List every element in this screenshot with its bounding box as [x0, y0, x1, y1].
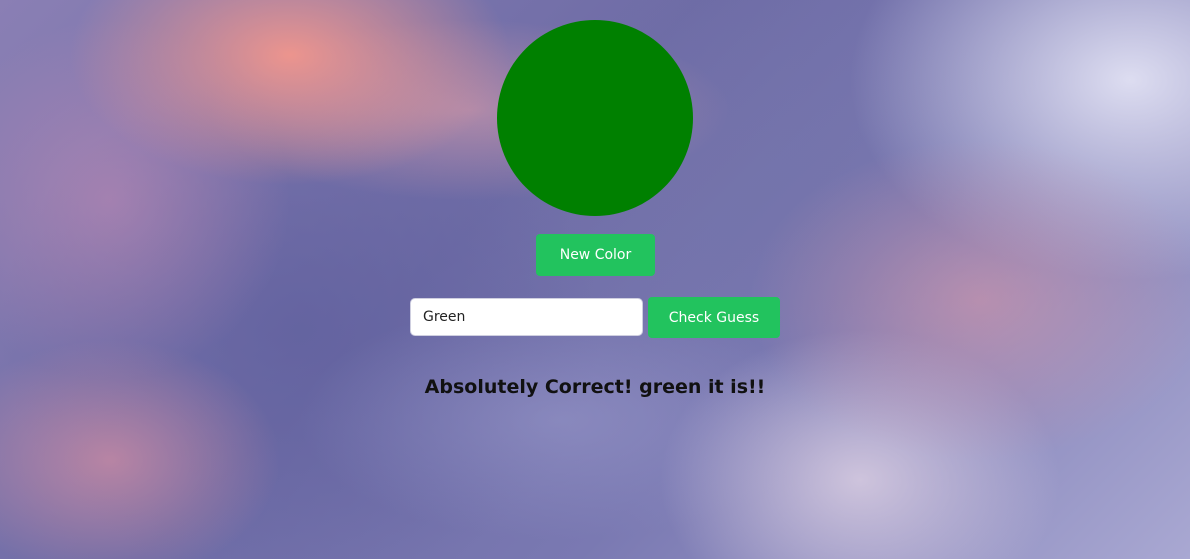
- guess-input[interactable]: [410, 298, 643, 336]
- new-color-button[interactable]: New Color: [536, 234, 655, 276]
- color-swatch-circle: [497, 20, 693, 216]
- result-message: Absolutely Correct! green it is!!: [424, 376, 766, 398]
- color-guess-app: New Color Check Guess Absolutely Correct…: [0, 0, 1190, 559]
- check-guess-button[interactable]: Check Guess: [648, 297, 780, 338]
